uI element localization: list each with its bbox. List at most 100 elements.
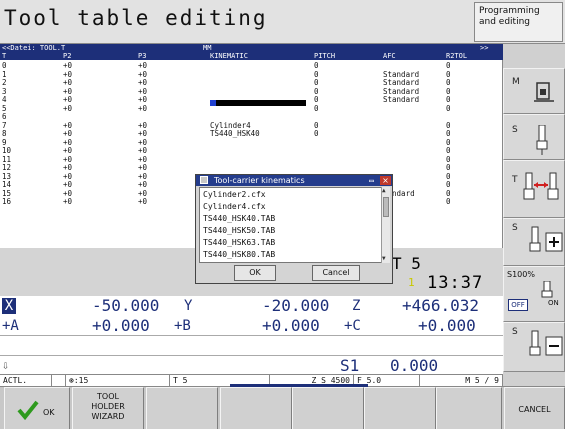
spindle-minus-icon <box>529 330 563 356</box>
dialog-ok-button[interactable]: OK <box>234 265 276 281</box>
softkey-spindle-override[interactable]: S100% OFF ON <box>503 266 565 322</box>
spindle-label: S1 <box>340 356 360 375</box>
cell-pitch[interactable]: 0 <box>314 104 319 114</box>
text-cursor <box>210 100 216 106</box>
softkey-s2-label: S <box>512 223 518 233</box>
softkey-s3-label: S <box>512 327 518 337</box>
spindle-icon <box>536 125 548 155</box>
dialog-title: Tool-carrier kinematics <box>196 175 392 186</box>
c-label: +C <box>344 318 361 334</box>
softkey-t-label: T <box>512 175 518 185</box>
list-item[interactable]: Cylinder4.cfx <box>203 202 266 211</box>
list-item[interactable]: Cylinder2.cfx <box>203 190 266 199</box>
cell-r2tol[interactable]: 0 <box>446 197 451 207</box>
mode-line-1: Programming <box>479 6 540 16</box>
cell-t[interactable]: 16 <box>2 197 11 207</box>
table-row[interactable]: 10 +0 +0 0 <box>0 146 503 156</box>
kinematics-dialog: Tool-carrier kinematics ▭ × Cylinder2.cf… <box>195 174 393 284</box>
ok-softkey[interactable]: OK <box>4 387 70 429</box>
list-item[interactable]: TS440_HSK40.TAB <box>203 214 275 223</box>
tool-holder-wizard-softkey[interactable]: TOOL HOLDER WIZARD <box>72 387 144 429</box>
table-row[interactable]: 9 +0 +0 0 <box>0 138 503 148</box>
spindle-small-icon <box>541 281 553 298</box>
dialog-cancel-button[interactable]: Cancel <box>312 265 360 281</box>
mode-indicator: Programming and editing <box>474 2 563 42</box>
close-icon[interactable]: × <box>380 176 391 185</box>
a-value: +0.000 <box>92 316 150 335</box>
c-value: +0.000 <box>418 316 476 335</box>
b-label: +B <box>174 318 191 334</box>
cell-p3[interactable]: +0 <box>138 197 147 207</box>
list-item[interactable]: TS440_HSK80.TAB <box>203 250 275 259</box>
y-value: -20.000 <box>262 296 330 315</box>
col-r2tol: R2TOL <box>446 52 468 60</box>
softkey-t[interactable]: T <box>503 160 565 218</box>
cell-afc[interactable]: Standard <box>383 95 419 105</box>
list-scrollbar[interactable]: ▲ ▼ <box>381 187 390 263</box>
softkey-spindle-plus[interactable]: S <box>503 218 565 266</box>
table-row[interactable]: 8 +0 +0 TS440_HSK40 0 0 <box>0 129 503 139</box>
softkey-m-label: M <box>512 77 520 87</box>
z-value: +466.032 <box>402 296 480 315</box>
off-toggle[interactable]: OFF <box>508 299 528 311</box>
unit-label: MM <box>203 44 212 52</box>
kinematics-list[interactable]: Cylinder2.cfx Cylinder4.cfx TS440_HSK40.TA… <box>199 187 384 263</box>
z-label: Z <box>352 298 361 314</box>
override-value: 15 <box>78 376 89 385</box>
table-row[interactable]: 0 +0 +0 0 0 <box>0 61 503 71</box>
minimize-icon[interactable]: ▭ <box>369 176 374 185</box>
cell-p2[interactable]: +0 <box>63 197 72 207</box>
wizard-line-3: WIZARD <box>91 412 125 421</box>
softkey-m[interactable]: M <box>503 68 565 114</box>
cell-p3[interactable]: +0 <box>138 104 147 114</box>
position-row-xyz: -50.000 Y -20.000 Z +466.032 <box>0 296 503 316</box>
page-title: Tool table editing <box>4 6 268 30</box>
softkey-s[interactable]: S <box>503 114 565 160</box>
clock: 13:37 <box>427 273 484 293</box>
cell-pitch[interactable]: 0 <box>314 129 319 139</box>
x-value: -50.000 <box>92 296 160 315</box>
table-row[interactable]: 11 +0 +0 0 <box>0 155 503 165</box>
a-label: +A <box>2 318 19 334</box>
cancel-softkey-label: CANCEL <box>518 405 551 414</box>
table-row[interactable]: 12 +0 +0 0 <box>0 163 503 173</box>
softkey-spindle-minus[interactable]: S <box>503 322 565 372</box>
cell-r2tol[interactable]: 0 <box>446 104 451 114</box>
col-p2: P2 <box>63 52 72 60</box>
softkey-empty-7[interactable] <box>436 387 502 429</box>
blank-row <box>0 336 503 356</box>
machine-icon <box>534 82 554 102</box>
wizard-line-1: TOOL <box>97 392 119 401</box>
x-label: X <box>2 298 16 314</box>
nav-right[interactable]: >> <box>480 44 488 52</box>
softkey-empty-5[interactable] <box>292 387 364 429</box>
scroll-down-icon[interactable]: ▼ <box>382 255 386 262</box>
list-item[interactable]: TS440_HSK50.TAB <box>203 226 275 235</box>
table-row[interactable]: 3 +0 +0 0 Standard 0 <box>0 87 503 97</box>
col-p3: P3 <box>138 52 147 60</box>
status-indicator: 1 <box>408 276 415 289</box>
col-afc: AFC <box>383 52 396 60</box>
dialog-menu-icon[interactable] <box>200 176 208 184</box>
on-toggle[interactable]: ON <box>548 299 559 307</box>
override-icon: ⊛: <box>69 376 79 385</box>
spindle-plus-icon <box>529 226 563 252</box>
tool-length-icon <box>523 172 559 200</box>
table-row[interactable]: 2 +0 +0 0 Standard 0 <box>0 78 503 88</box>
table-row[interactable]: 6 <box>0 112 503 122</box>
softkey-empty-3[interactable] <box>146 387 218 429</box>
scroll-up-icon[interactable]: ▲ <box>382 187 386 194</box>
softkey-empty-6[interactable] <box>364 387 436 429</box>
edit-cursor-cell[interactable] <box>210 100 306 106</box>
softkey-level-indicator <box>230 384 368 387</box>
table-row[interactable]: 1 +0 +0 0 Standard 0 <box>0 70 503 80</box>
list-item[interactable]: TS440_HSK63.TAB <box>203 238 275 247</box>
scroll-thumb[interactable] <box>383 197 389 217</box>
cancel-softkey[interactable]: CANCEL <box>504 387 565 429</box>
cell-p2[interactable]: +0 <box>63 104 72 114</box>
softkey-s-label: S <box>512 125 518 135</box>
softkey-empty-4[interactable] <box>220 387 292 429</box>
y-label: Y <box>184 298 193 314</box>
cell-kinematic[interactable]: TS440_HSK40 <box>210 129 260 139</box>
b-value: +0.000 <box>262 316 320 335</box>
